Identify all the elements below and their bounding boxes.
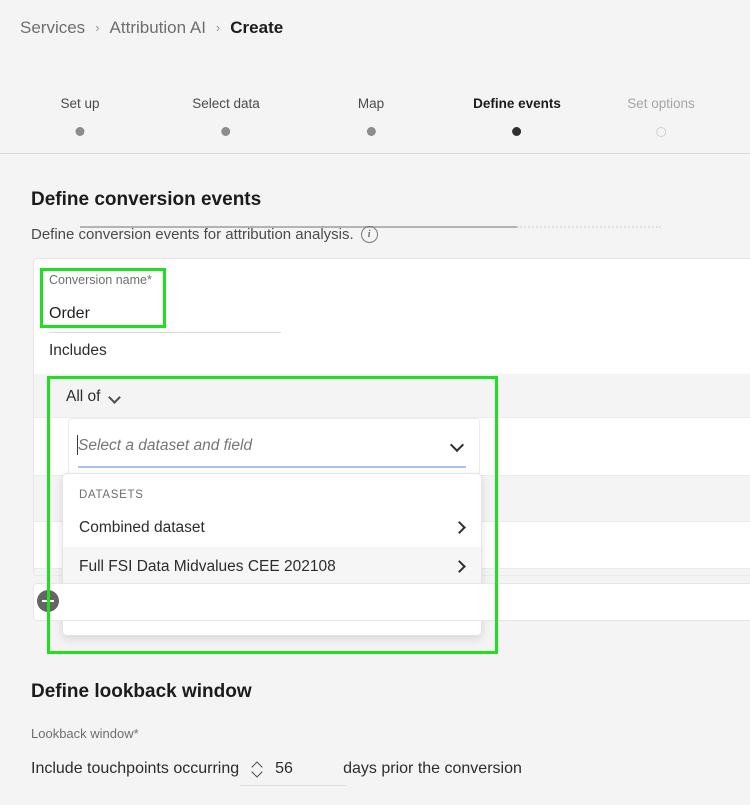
stepper-step-select-data[interactable]: Select data — [192, 96, 260, 136]
breadcrumb-item-attribution-ai[interactable]: Attribution AI — [110, 18, 206, 38]
rule-row-stripe — [34, 374, 750, 418]
progress-stepper: Set up Select data Map Define events Set… — [0, 96, 750, 228]
lookback-days-input[interactable]: 56 — [275, 760, 339, 778]
conversion-events-subtitle: Define conversion events for attribution… — [31, 226, 378, 243]
chevron-right-icon — [455, 523, 464, 532]
dataset-field-focus-underline — [78, 466, 466, 468]
header-divider — [0, 153, 750, 154]
stepper-dot-icon — [221, 127, 231, 136]
group-operator-selector[interactable]: All of — [66, 388, 120, 406]
includes-label: Includes — [49, 342, 107, 359]
breadcrumb-separator-icon: › — [95, 19, 100, 35]
page-title-lookback-window: Define lookback window — [31, 681, 252, 702]
breadcrumb-item-create: Create — [230, 18, 284, 37]
dataset-menu-item-full-fsi-202108[interactable]: Full FSI Data Midvalues CEE 202108 — [63, 547, 481, 586]
stepper-step-map[interactable]: Map — [358, 96, 384, 136]
breadcrumb-item-services[interactable]: Services — [20, 18, 85, 38]
dataset-menu-header: DATASETS — [79, 489, 144, 501]
dataset-field-input[interactable] — [78, 437, 438, 455]
stepper-connector-dashed — [517, 226, 661, 228]
stepper-step-label: Set options — [627, 96, 695, 111]
stepper-step-define-events[interactable]: Define events — [473, 96, 561, 136]
stepper-connector — [371, 226, 517, 228]
conversion-name-underline — [49, 332, 281, 333]
stepper-arrows-icon[interactable] — [251, 757, 265, 781]
lookback-prefix-text: Include touchpoints occurring — [31, 760, 240, 777]
conversion-events-subtitle-text: Define conversion events for attribution… — [31, 226, 354, 243]
conversion-name-input[interactable]: Order — [49, 305, 90, 323]
breadcrumb-separator-icon: › — [215, 19, 221, 35]
stepper-step-label: Set up — [60, 96, 100, 111]
stepper-dot-icon — [75, 127, 85, 136]
dataset-menu-item-combined-dataset[interactable]: Combined dataset — [63, 508, 481, 547]
dataset-menu-item-label: Full FSI Data Midvalues CEE 202108 — [79, 557, 336, 575]
stepper-dot-icon — [655, 127, 666, 137]
lookback-suffix-text: days prior the conversion — [343, 760, 522, 777]
lookback-input-underline — [240, 785, 346, 786]
breadcrumb: Services › Attribution AI › Create — [20, 18, 283, 38]
group-operator-label: All of — [66, 388, 101, 405]
plus-circle-icon[interactable] — [37, 590, 59, 612]
stepper-step-set-up[interactable]: Set up — [60, 96, 100, 136]
page-title-conversion-events: Define conversion events — [31, 189, 262, 210]
stepper-dot-icon — [366, 127, 376, 136]
stepper-step-label: Map — [357, 96, 385, 111]
chevron-right-icon — [455, 562, 464, 571]
stepper-step-set-options: Set options — [627, 96, 695, 137]
info-icon[interactable]: i — [360, 226, 378, 243]
conversion-name-label: Conversion name* — [49, 273, 152, 287]
dataset-menu-item-label: Combined dataset — [79, 518, 205, 536]
add-event-card — [33, 583, 750, 621]
stepper-dot-icon — [512, 127, 522, 136]
lookback-window-row: Include touchpoints occurring 56 days pr… — [31, 757, 522, 781]
stepper-step-label: Select data — [192, 96, 260, 111]
lookback-window-label: Lookback window* — [31, 726, 139, 741]
stepper-step-label: Define events — [473, 96, 561, 111]
chevron-down-icon[interactable] — [109, 392, 120, 403]
